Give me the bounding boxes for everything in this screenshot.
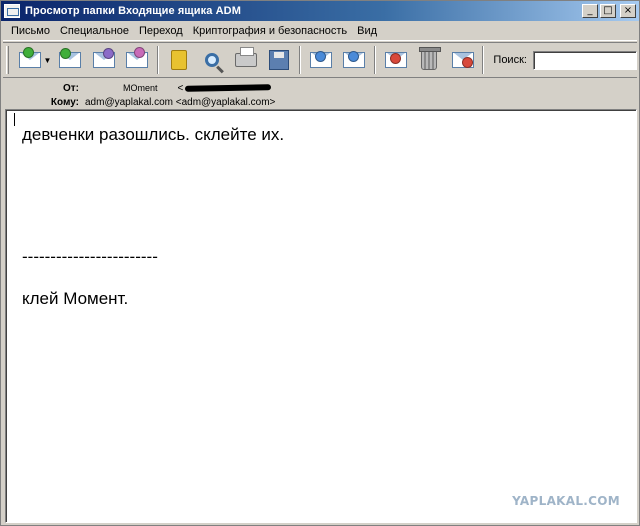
new-message-button[interactable]	[122, 45, 152, 75]
toolbar-grip[interactable]	[6, 46, 9, 74]
address-book-icon	[170, 50, 187, 70]
to-row: Кому: adm@yaplakal.com <adm@yaplakal.com…	[3, 95, 276, 109]
menu-item-go[interactable]: Переход	[134, 25, 188, 37]
trash-icon	[419, 47, 442, 70]
from-address[interactable]: <	[178, 83, 272, 94]
to-label: Кому:	[50, 96, 79, 108]
message-body[interactable]: девченки разошлись. склейте их. --------…	[5, 109, 637, 523]
search-input[interactable]	[532, 50, 637, 70]
minimize-button[interactable]: _	[582, 4, 598, 18]
from-label: От:	[62, 82, 79, 94]
message-headers: От: MOment < Кому: adm@yaplakal.com <adm…	[3, 79, 637, 109]
message-separator: ------------------------	[22, 247, 158, 266]
save-button[interactable]	[264, 45, 294, 75]
find-button[interactable]	[197, 45, 227, 75]
delete-badge	[389, 53, 401, 64]
print-button[interactable]	[231, 45, 261, 75]
window-controls: _ □ ×	[582, 4, 636, 18]
from-name[interactable]: MOment	[123, 83, 158, 93]
move-down-button[interactable]	[339, 45, 369, 75]
toolbar-separator	[373, 46, 376, 74]
print-icon	[234, 47, 257, 67]
delete-mark-button[interactable]	[381, 45, 411, 75]
find-icon	[205, 53, 220, 67]
reply-all-button[interactable]	[55, 45, 85, 75]
title-bar[interactable]: Просмотр папки Входящие ящика ADM _ □ ×	[1, 1, 639, 21]
save-icon	[269, 50, 290, 70]
address-book-button[interactable]	[164, 45, 194, 75]
menu-bar: Письмо Специальное Переход Криптография …	[3, 22, 637, 41]
junk-button[interactable]	[448, 45, 478, 75]
toolbar-separator	[482, 46, 485, 74]
message-line-2: клей Момент.	[22, 289, 129, 308]
up-badge	[314, 51, 326, 62]
menu-item-view[interactable]: Вид	[352, 25, 382, 37]
receive-mail-button[interactable]	[15, 45, 45, 75]
text-caret	[14, 113, 15, 126]
menu-item-crypto[interactable]: Криптография и безопасность	[188, 25, 352, 37]
forward-button[interactable]	[89, 45, 119, 75]
window-title: Просмотр папки Входящие ящика ADM	[25, 5, 241, 17]
receive-dropdown-arrow[interactable]: ▼	[43, 56, 51, 65]
toolbar-separator	[156, 46, 159, 74]
trash-button[interactable]	[414, 45, 444, 75]
toolbar: ▼ Поиск:	[3, 42, 637, 78]
redaction-mark	[185, 84, 272, 92]
junk-badge	[461, 57, 473, 68]
from-row: От: MOment <	[3, 81, 272, 95]
maximize-button[interactable]: □	[600, 4, 616, 18]
mail-app-icon	[4, 4, 20, 18]
search-label: Поиск:	[493, 54, 527, 66]
close-button[interactable]: ×	[620, 4, 636, 18]
toolbar-separator	[298, 46, 301, 74]
mail-viewer-window: Просмотр папки Входящие ящика ADM _ □ × …	[0, 0, 640, 526]
site-watermark: YAPLAKAL.COM	[512, 494, 620, 508]
forward-badge	[102, 48, 114, 59]
message-line-1: девченки разошлись. склейте их.	[22, 125, 285, 144]
menu-item-special[interactable]: Специальное	[55, 25, 134, 37]
to-value[interactable]: adm@yaplakal.com <adm@yaplakal.com>	[85, 97, 275, 108]
move-up-button[interactable]	[306, 45, 336, 75]
receive-badge	[22, 47, 34, 58]
from-address-prefix: <	[177, 82, 184, 94]
menu-item-letter[interactable]: Письмо	[3, 25, 55, 37]
